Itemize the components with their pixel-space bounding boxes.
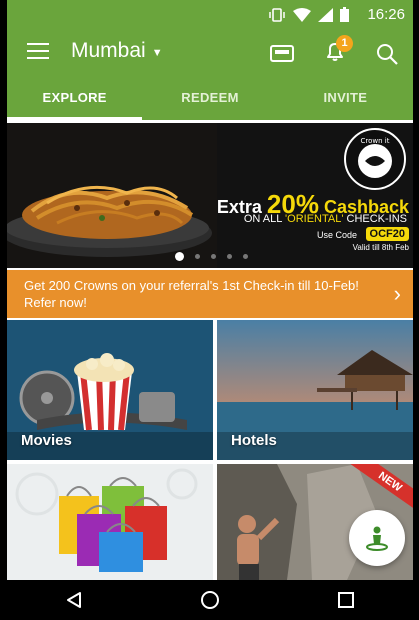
status-time: 16:26 <box>367 6 405 23</box>
app-bar: Mumbai ▼ 1 <box>7 30 413 76</box>
app-bar-actions: 1 <box>269 35 399 68</box>
category-label: Movies <box>21 432 72 449</box>
city-name: Mumbai <box>71 39 146 62</box>
tab-redeem[interactable]: REDEEM <box>142 76 277 120</box>
check-in-button[interactable] <box>349 510 405 566</box>
notification-badge: 1 <box>336 35 353 52</box>
home-icon[interactable] <box>199 589 221 611</box>
menu-icon[interactable] <box>27 43 49 61</box>
category-tile-hotels[interactable]: Hotels <box>217 320 413 460</box>
signal-icon <box>318 7 333 22</box>
promo-banner[interactable]: Crown it Extra 20% Cashback ON ALL 'ORIE… <box>7 123 413 268</box>
carousel-dot[interactable] <box>175 252 184 261</box>
referral-text: Get 200 Crowns on your referral's 1st Ch… <box>24 278 359 310</box>
carousel-dot[interactable] <box>195 254 200 259</box>
shopping-bags-image <box>7 464 213 580</box>
logo-crown-text: Crown it <box>361 137 390 145</box>
chevron-down-icon: ▼ <box>151 47 163 59</box>
carousel-indicator <box>175 252 248 261</box>
festival-logo: Crown it <box>344 128 406 190</box>
status-icons <box>268 7 349 22</box>
promo-code-label: Use Code <box>316 230 357 240</box>
system-nav-bar <box>7 580 413 620</box>
chevron-right-icon: › <box>393 281 401 306</box>
category-label: Hotels <box>231 432 277 449</box>
recents-icon[interactable] <box>336 590 356 610</box>
notifications-button[interactable]: 1 <box>323 35 353 68</box>
back-icon[interactable] <box>64 590 84 610</box>
city-selector[interactable]: Mumbai ▼ <box>71 39 163 63</box>
vibrate-icon <box>269 7 285 22</box>
status-bar: 16:26 <box>7 0 413 30</box>
search-icon[interactable] <box>375 42 399 66</box>
location-person-icon <box>366 526 388 551</box>
carousel-dot[interactable] <box>243 254 248 259</box>
battery-icon <box>340 7 349 22</box>
voucher-icon[interactable] <box>269 43 295 65</box>
category-tile-movies[interactable]: Movies <box>7 320 213 460</box>
carousel-dot[interactable] <box>211 254 216 259</box>
referral-banner[interactable]: Get 200 Crowns on your referral's 1st Ch… <box>7 270 413 318</box>
phone-screen: 16:26 Mumbai ▼ 1 EXPLORE REDEEM INVITE C… <box>7 0 413 620</box>
carousel-dot[interactable] <box>227 254 232 259</box>
promo-subline: ON ALL 'ORIENTAL' CHECK-INS <box>243 213 407 225</box>
category-tile-shopping[interactable] <box>7 464 213 580</box>
noodles-bowl-image <box>7 123 217 268</box>
promo-validity: Valid till 8th Feb <box>352 243 409 252</box>
wifi-icon <box>293 7 311 22</box>
tab-invite[interactable]: INVITE <box>278 76 413 120</box>
tab-bar: EXPLORE REDEEM INVITE <box>7 76 413 120</box>
tab-explore[interactable]: EXPLORE <box>7 76 143 120</box>
promo-code: OCF20 <box>365 227 409 241</box>
